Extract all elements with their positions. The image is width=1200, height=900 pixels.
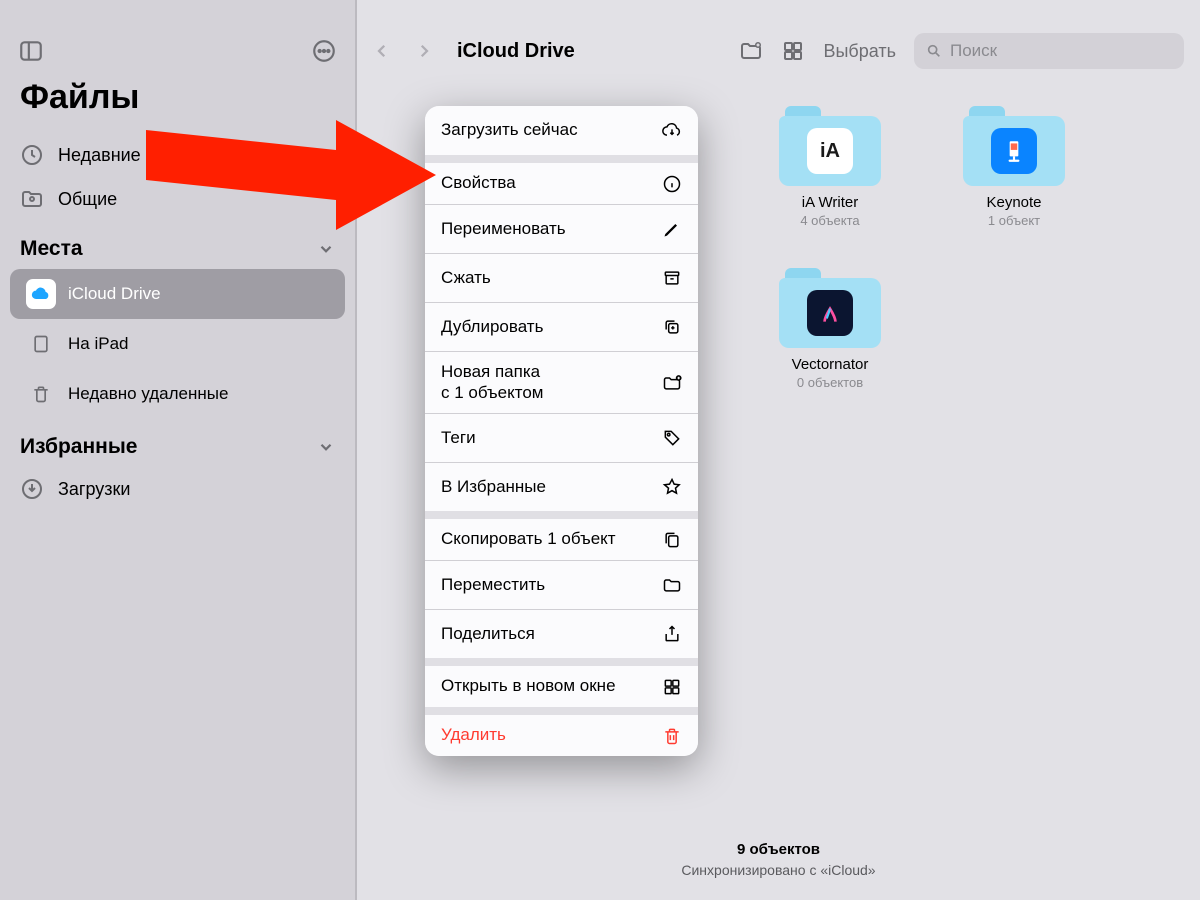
info-icon (662, 174, 682, 194)
download-icon (20, 477, 44, 501)
star-icon (662, 477, 682, 497)
context-menu: Загрузить сейчас Свойства Переименовать … (425, 106, 698, 756)
icloud-icon (26, 279, 56, 309)
shared-folder-icon (20, 187, 44, 211)
menu-get-info[interactable]: Свойства (425, 155, 698, 204)
sidebar-toggle-icon[interactable] (18, 38, 44, 64)
folder-icon (779, 268, 881, 348)
chevron-down-icon (317, 240, 335, 258)
menu-tags[interactable]: Теги (425, 413, 698, 462)
sync-status: Синхронизировано с «iCloud» (357, 862, 1200, 878)
menu-open-new-window[interactable]: Открыть в новом окне (425, 658, 698, 707)
menu-duplicate[interactable]: Дублировать (425, 302, 698, 351)
sidebar-recents[interactable]: Недавние (0, 133, 355, 177)
sidebar: Файлы Недавние Общие Места iCloud Drive … (0, 0, 355, 900)
sidebar-icloud-drive[interactable]: iCloud Drive (10, 269, 345, 319)
trash-icon (26, 379, 56, 409)
search-icon (926, 43, 942, 59)
search-placeholder: Поиск (950, 41, 997, 61)
menu-download-now[interactable]: Загрузить сейчас (425, 106, 698, 155)
sidebar-recently-deleted[interactable]: Недавно удаленные (10, 369, 345, 419)
new-folder-button[interactable] (739, 39, 763, 63)
folder-item[interactable]: Keynote 1 объект (949, 106, 1079, 228)
archive-icon (662, 268, 682, 288)
sidebar-downloads[interactable]: Загрузки (0, 467, 355, 511)
ipad-icon (26, 329, 56, 359)
folder-icon (662, 575, 682, 595)
menu-copy[interactable]: Скопировать 1 объект (425, 511, 698, 560)
object-count: 9 объектов (357, 841, 1200, 858)
sidebar-on-ipad[interactable]: На iPad (10, 319, 345, 369)
search-field[interactable]: Поиск (914, 33, 1184, 69)
folder-item[interactable]: iA iA Writer 4 объекта (765, 106, 895, 228)
footer: 9 объектов Синхронизировано с «iCloud» (357, 841, 1200, 878)
tag-icon (662, 428, 682, 448)
menu-share[interactable]: Поделиться (425, 609, 698, 658)
toolbar: iCloud Drive Выбрать Поиск (357, 26, 1200, 76)
menu-delete[interactable]: Удалить (425, 707, 698, 756)
cloud-download-icon (662, 121, 682, 141)
menu-rename[interactable]: Переименовать (425, 204, 698, 253)
menu-new-folder-with-item[interactable]: Новая папкас 1 объектом (425, 351, 698, 413)
folder-item[interactable]: Vectornator 0 объектов (765, 268, 895, 390)
chevron-down-icon (317, 438, 335, 456)
sidebar-section-favorites[interactable]: Избранные (0, 419, 355, 467)
menu-compress[interactable]: Сжать (425, 253, 698, 302)
trash-icon (662, 726, 682, 746)
menu-favorite[interactable]: В Избранные (425, 462, 698, 511)
location-title: iCloud Drive (457, 40, 575, 63)
select-button[interactable]: Выбрать (823, 41, 896, 62)
folder-plus-icon (662, 373, 682, 393)
pencil-icon (662, 219, 682, 239)
duplicate-icon (662, 317, 682, 337)
view-mode-button[interactable] (781, 39, 805, 63)
sidebar-shared[interactable]: Общие (0, 177, 355, 221)
more-icon[interactable] (311, 38, 337, 64)
forward-icon[interactable] (415, 42, 433, 60)
copy-icon (662, 530, 682, 550)
sidebar-section-places[interactable]: Места (0, 221, 355, 269)
clock-icon (20, 143, 44, 167)
menu-move[interactable]: Переместить (425, 560, 698, 609)
folder-icon (963, 106, 1065, 186)
sidebar-title: Файлы (0, 68, 355, 133)
folder-icon: iA (779, 106, 881, 186)
grid-icon (662, 677, 682, 697)
share-icon (662, 624, 682, 644)
back-icon[interactable] (373, 42, 391, 60)
